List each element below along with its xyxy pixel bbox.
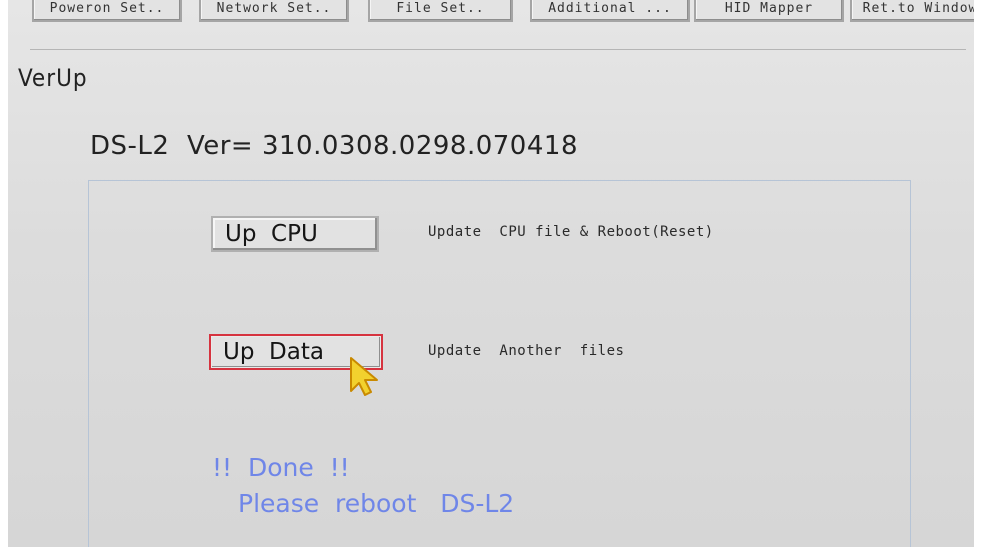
reboot-message: Please reboot DS-L2 <box>238 489 515 518</box>
version-line: DS-L2 Ver= 310.0308.0298.070418 <box>90 131 578 161</box>
up-cpu-description: Update CPU file & Reboot(Reset) <box>428 224 714 240</box>
additional-button[interactable]: Additional ... <box>530 0 690 22</box>
done-message: !! Done !! <box>212 453 350 482</box>
up-cpu-button[interactable]: Up CPU <box>211 216 379 252</box>
file-set-button[interactable]: File Set.. <box>368 0 513 22</box>
section-title: VerUp <box>18 64 88 92</box>
device-name: DS-L2 <box>90 131 170 161</box>
screen: Poweron Set.. Network Set.. File Set.. A… <box>8 0 974 547</box>
hid-mapper-button[interactable]: HID Mapper <box>694 0 844 22</box>
ret-to-window-button[interactable]: Ret.to Window <box>850 0 974 22</box>
version-label: Ver= 310.0308.0298.070418 <box>186 131 578 161</box>
up-data-description: Update Another files <box>428 343 625 359</box>
toolbar-divider <box>30 49 966 50</box>
network-set-button[interactable]: Network Set.. <box>199 0 349 22</box>
poweron-set-button[interactable]: Poweron Set.. <box>32 0 182 22</box>
mouse-pointer-icon <box>350 357 378 396</box>
